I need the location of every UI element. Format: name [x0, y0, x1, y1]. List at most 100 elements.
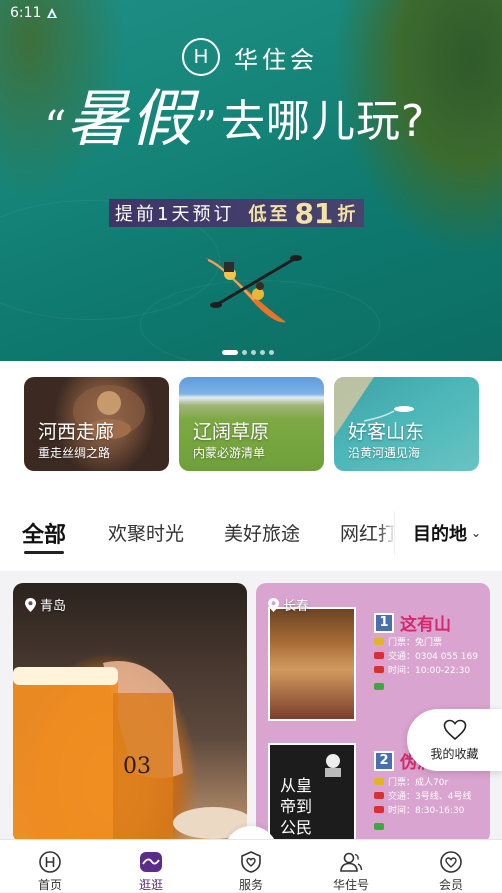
brand: H 华住会 [182, 38, 318, 76]
people-icon [340, 852, 363, 872]
car-icon [374, 792, 384, 799]
promo-low: 低至 [248, 204, 291, 225]
nav-item-member[interactable]: 会员 [421, 850, 481, 893]
poster-item-number: 2 [374, 750, 394, 771]
poster-line: 交通：3号线、4号线 [374, 789, 471, 802]
poster-dark: 从皇帝到公民 [268, 743, 356, 843]
card-location: 青岛 [25, 595, 66, 614]
chevron-down-icon: ⌄ [471, 526, 482, 540]
hero-banner[interactable]: 6:11 H 华住会 “ 暑假 ” 去哪儿玩? 提前1天预订 低至 81 折 [0, 0, 502, 361]
category-subtitle: 内蒙必游清单 [193, 446, 266, 460]
carousel-dot [260, 350, 265, 355]
check-icon [374, 683, 384, 690]
category-subtitle: 重走丝绸之路 [38, 446, 111, 460]
nav-label: 首页 [37, 878, 62, 892]
heart-icon [443, 719, 466, 740]
poster-line-text: 时间：10:00-22:30 [388, 666, 471, 676]
card-location: 长春 [268, 595, 309, 614]
tab-all[interactable]: 全部 [22, 517, 66, 549]
hero-headline: “ 暑假 ” 去哪儿玩? [44, 88, 425, 150]
ticket-icon [374, 638, 384, 645]
poster-item-title: 这有山 [400, 615, 451, 635]
poster-line [374, 683, 384, 690]
bottom-nav: 首页 逛逛 服务 华住号 会员 [0, 839, 502, 892]
promo-prefix: 提前1天预订 [115, 204, 235, 225]
poster-line: 交通：0304 055 169 [374, 649, 478, 662]
poster-line-text: 交通：3号线、4号线 [388, 792, 472, 802]
nav-item-huazhuhao[interactable]: 华住号 [321, 850, 381, 893]
poster-photo [268, 607, 356, 721]
poster-line-text: 交通：0304 055 169 [388, 652, 478, 662]
location-name: 长春 [283, 599, 310, 614]
headline-big: 暑假 [66, 82, 195, 155]
carousel-dot [242, 350, 247, 355]
poster-dark-text: 从皇帝到公民 [280, 776, 313, 837]
tab-journey[interactable]: 美好旅途 [224, 519, 300, 546]
carousel-dot [251, 350, 256, 355]
nav-label: 华住号 [332, 878, 369, 892]
category-title: 好客山东 [348, 421, 425, 443]
carousel-indicator [222, 350, 274, 355]
poster-line: 门票：免门票 [374, 635, 442, 648]
clock-icon [374, 666, 384, 673]
favorites-button[interactable]: 我的收藏 [407, 709, 502, 771]
service-heart-shield-icon [241, 851, 261, 873]
category-card-hexi[interactable]: 河西走廊 重走丝绸之路 [24, 377, 169, 471]
poster-line: 时间：10:00-22:30 [374, 663, 470, 676]
tab-active-underline [24, 551, 64, 554]
promo-banner: 提前1天预订 低至 81 折 [109, 196, 365, 230]
brand-name: 华住会 [234, 45, 318, 74]
destination-label: 目的地 [413, 524, 467, 545]
nav-item-home[interactable]: 首页 [20, 850, 80, 893]
category-title: 辽阔草原 [193, 421, 270, 443]
headline-open-quote: “ [44, 102, 67, 153]
category-card-grassland[interactable]: 辽阔草原 内蒙必游清单 [179, 377, 324, 471]
member-heart-icon [440, 851, 462, 873]
category-title: 河西走廊 [38, 421, 115, 443]
nav-label: 会员 [438, 878, 463, 892]
feed-card[interactable]: 03 青岛 [13, 583, 247, 843]
signal-icon [47, 8, 58, 18]
promo-suffix: 折 [337, 204, 359, 225]
car-icon [374, 652, 384, 659]
location-pin-icon [268, 597, 279, 612]
poster-item-1: 1 这有山 [374, 610, 451, 635]
carousel-dot [269, 350, 274, 355]
carousel-dot [222, 350, 238, 355]
poster-item-number: 1 [374, 612, 394, 633]
poster-line: 门票：成人70r [374, 775, 448, 788]
destination-filter[interactable]: 目的地 ⌄ [394, 511, 502, 555]
clock-icon [374, 806, 384, 813]
tab-influencer[interactable]: 网红打 [340, 519, 397, 546]
nav-item-browse[interactable]: 逛逛 [121, 850, 181, 893]
nav-item-service[interactable]: 服务 [221, 850, 281, 893]
content-feed: 03 青岛 从皇帝到公民 1 这有山 门票：免门票 交通：0304 055 16… [0, 571, 502, 843]
poster-line-text: 门票：成人70r [388, 778, 449, 788]
headline-close-quote: ” [194, 102, 218, 153]
tab-bar: 全部 欢聚时光 美好旅途 网红打 目的地 ⌄ [0, 487, 502, 571]
location-pin-icon [25, 597, 36, 612]
beer-image: 03 [13, 661, 247, 843]
headline-rest: 去哪儿玩? [221, 96, 426, 147]
poster-line: 时间：8:30-16:30 [374, 803, 464, 816]
home-logo-icon [39, 851, 61, 873]
check-icon [374, 823, 384, 830]
category-subtitle: 沿黄河遇见海 [348, 446, 421, 460]
browse-wave-icon [140, 852, 162, 872]
kayak-illustration [204, 255, 302, 323]
ticket-icon [374, 778, 384, 785]
location-name: 青岛 [40, 599, 67, 614]
poster-line-text: 时间：8:30-16:30 [388, 806, 465, 816]
favorites-label: 我的收藏 [430, 746, 479, 761]
status-time: 6:11 [10, 5, 42, 21]
glass-number: 03 [123, 754, 151, 779]
status-bar: 6:11 [10, 5, 58, 21]
nav-label: 服务 [238, 878, 263, 892]
brand-logo-icon: H [182, 38, 220, 76]
category-card-shandong[interactable]: 好客山东 沿黄河遇见海 [334, 377, 479, 471]
promo-number: 81 [294, 196, 334, 230]
tab-gathering[interactable]: 欢聚时光 [108, 519, 184, 546]
poster-line-text: 门票：免门票 [388, 638, 443, 648]
nav-label: 逛逛 [138, 878, 163, 892]
poster-line [374, 823, 384, 830]
